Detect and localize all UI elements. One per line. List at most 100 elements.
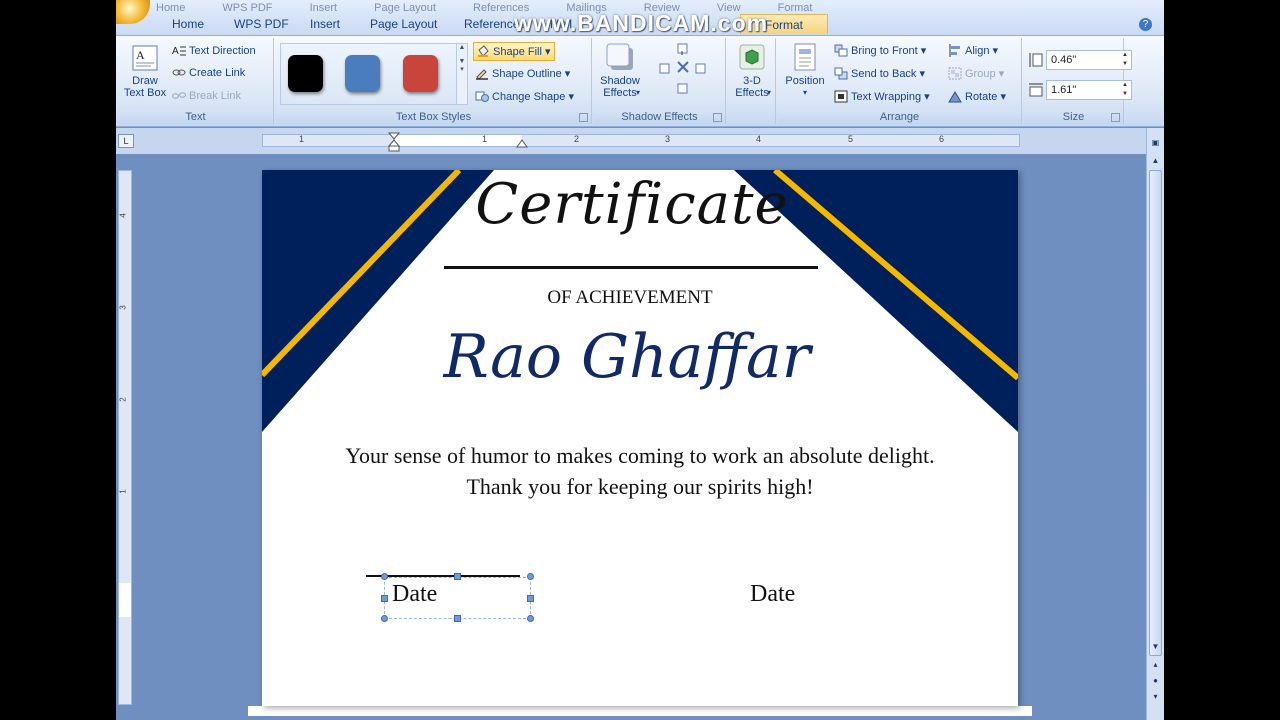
style-swatch-black[interactable] (288, 55, 323, 92)
tab-insert[interactable]: Insert (300, 14, 350, 34)
ghost-tab: Format (777, 2, 813, 14)
tab-page-layout[interactable]: Page Layout (360, 14, 447, 34)
chevron-down-icon: ▾ (802, 88, 807, 97)
ghost-tab: WPS PDF (222, 2, 273, 14)
ruler-number: 5 (848, 134, 854, 144)
dialog-launcher-icon[interactable] (1111, 113, 1120, 122)
certificate-page[interactable]: Certificate OF ACHIEVEMENT Rao Ghaffar Y… (262, 170, 1018, 706)
chain-link-icon (172, 69, 186, 76)
date-right-label[interactable]: Date (750, 581, 795, 608)
chevron-down-icon: ▾ (924, 91, 930, 103)
position-label: Position (785, 75, 825, 87)
ruler-row: L 1 1 2 3 4 5 6 (116, 128, 1164, 154)
message-line-1: Your sense of humor to makes coming to w… (345, 443, 935, 468)
svg-text:A: A (172, 46, 179, 57)
text-wrap-icon (834, 90, 848, 103)
certificate-title: Certificate (475, 172, 789, 237)
ribbon: A Draw Text Box A Text Direction Create L… (116, 36, 1164, 127)
create-link-label: Create Link (189, 67, 246, 79)
shadow-box-icon (606, 43, 633, 70)
draw-text-box-button[interactable]: A Draw Text Box (121, 44, 169, 99)
help-icon[interactable]: ? (1139, 18, 1152, 31)
tab-wps-pdf[interactable]: WPS PDF (224, 14, 299, 34)
style-swatch-blue[interactable] (345, 55, 380, 92)
shadow-effects-button[interactable]: Shadow Effects ▾ (596, 42, 644, 99)
text-direction-label: Text Direction (189, 45, 256, 57)
send-to-back-icon (834, 67, 848, 80)
next-page-icon[interactable]: ▾ (1149, 690, 1162, 703)
rotate-button[interactable]: Rotate ▾ (948, 88, 1006, 107)
date-left-label[interactable]: Date (392, 581, 437, 608)
group-label-arrange: Arrange (778, 110, 1021, 124)
bring-to-front-button[interactable]: Bring to Front ▾ (834, 42, 926, 61)
send-to-back-label: Send to Back (851, 68, 917, 80)
scroll-thumb[interactable] (1149, 170, 1162, 656)
previous-page-icon[interactable]: ▴ (1149, 658, 1162, 671)
resize-handle[interactable] (381, 615, 388, 622)
tab-selector-icon[interactable]: L (118, 134, 134, 148)
group-button[interactable]: Group ▾ (948, 65, 1004, 84)
chevron-down-icon: ▾ (568, 91, 574, 103)
scroll-up-icon[interactable]: ▲ (1149, 154, 1162, 167)
horizontal-ruler[interactable]: 1 1 2 3 4 5 6 (262, 134, 1020, 147)
vruler-number: 4 (118, 213, 128, 218)
ruler-number: 1 (482, 134, 488, 144)
certificate-decoration (262, 170, 1018, 432)
resize-handle[interactable] (527, 595, 534, 602)
group-arrange: Position ▾ Bring to Front ▾ Send to Back… (778, 38, 1022, 124)
indent-marker-icon[interactable] (388, 132, 400, 152)
shape-fill-button[interactable]: Shape Fill ▾ (473, 42, 555, 61)
shape-height-input[interactable]: 0.46" ▲ ▼ (1046, 50, 1132, 70)
word-window: Home WPS PDF Insert Page Layout Referenc… (116, 0, 1164, 720)
style-swatch-red[interactable] (403, 55, 438, 92)
office-button[interactable] (116, 0, 150, 24)
position-button[interactable]: Position ▾ (782, 42, 828, 99)
create-link-button[interactable]: Create Link (172, 64, 245, 83)
vertical-scrollbar[interactable]: ▣ ▲ ▼ ▴ ● ▾ (1146, 128, 1164, 720)
chevron-down-icon: ▾ (920, 45, 927, 57)
vertical-ruler[interactable]: 4 3 2 1 (118, 170, 132, 705)
3d-effects-button[interactable]: 3-D Effects ▾ (730, 42, 774, 99)
rotate-label: Rotate (965, 91, 998, 103)
tab-home[interactable]: Home (162, 14, 214, 34)
group-label-text: Text (118, 110, 273, 124)
break-link-label: Break Link (189, 90, 241, 102)
page-position-icon (794, 43, 816, 71)
bring-to-front-label: Bring to Front (851, 45, 918, 57)
recipient-name: Rao Ghaffar (443, 322, 811, 392)
text-wrapping-button[interactable]: Text Wrapping ▾ (834, 88, 930, 107)
group-shadow-effects: Shadow Effects ▾ Shadow Effects (594, 38, 726, 124)
text-direction-icon: A (172, 46, 186, 57)
dialog-launcher-icon[interactable] (713, 113, 722, 122)
gallery-scroll-buttons[interactable]: ▲ ▼ ▾ (456, 43, 468, 105)
vruler-number: 3 (118, 305, 128, 310)
spin-arrows-icon[interactable]: ▲ ▼ (1122, 51, 1128, 69)
resize-handle[interactable] (527, 573, 534, 580)
resize-handle[interactable] (454, 573, 461, 580)
select-browse-object-icon[interactable]: ● (1149, 674, 1162, 687)
bandicam-watermark: www.BANDICAM.com (514, 10, 769, 36)
dialog-launcher-icon[interactable] (579, 113, 588, 122)
scroll-down-icon[interactable]: ▼ (1149, 640, 1162, 653)
resize-handle[interactable] (454, 615, 461, 622)
change-shape-button[interactable]: Change Shape ▾ (475, 88, 574, 107)
text-direction-button[interactable]: A Text Direction (172, 42, 256, 61)
split-handle-icon[interactable]: ▣ (1149, 136, 1162, 149)
spin-arrows-icon[interactable]: ▲ ▼ (1122, 81, 1128, 99)
break-link-button[interactable]: Break Link (172, 87, 241, 106)
align-button[interactable]: Align ▾ (948, 42, 998, 61)
nudge-shadow-icon[interactable] (656, 42, 716, 102)
chevron-down-icon: ▾ (544, 46, 551, 58)
ruler-number: 4 (756, 134, 762, 144)
send-to-back-button[interactable]: Send to Back ▾ (834, 65, 925, 84)
chevron-down-icon: ▾ (919, 68, 926, 80)
resize-handle[interactable] (527, 615, 534, 622)
resize-handle[interactable] (381, 573, 388, 580)
ruler-number: 1 (299, 134, 305, 144)
right-indent-marker-icon[interactable] (516, 138, 528, 148)
resize-handle[interactable] (381, 595, 388, 602)
shape-width-input[interactable]: 1.61" ▲ ▼ (1046, 80, 1132, 100)
certificate-subtitle: OF ACHIEVEMENT (547, 287, 713, 308)
broken-link-icon (172, 91, 186, 99)
shape-outline-button[interactable]: Shape Outline ▾ (475, 65, 570, 84)
